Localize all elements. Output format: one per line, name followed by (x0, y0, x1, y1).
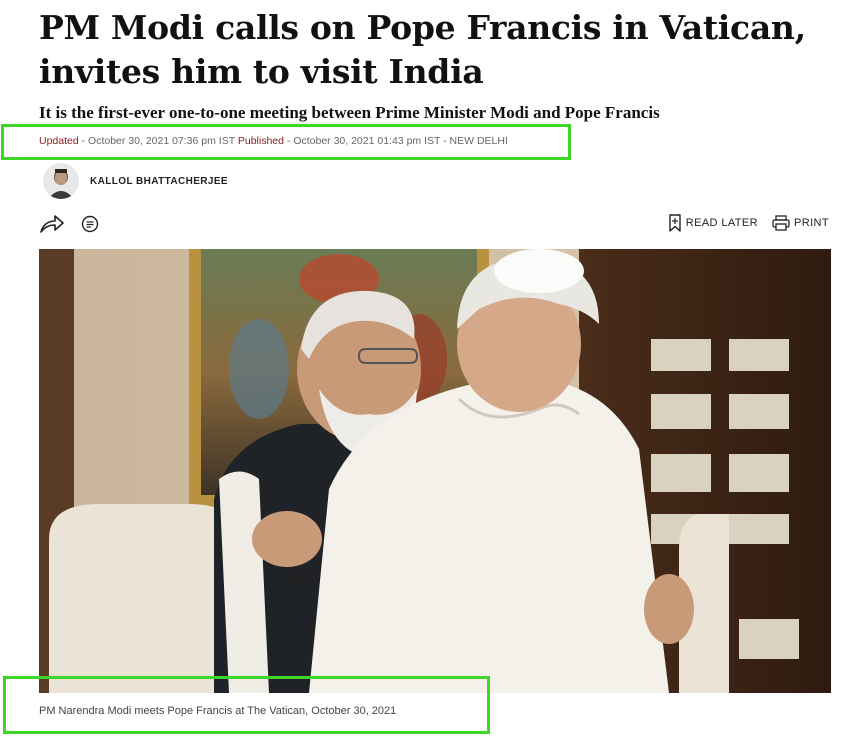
bookmark-icon (669, 214, 681, 232)
caption-highlight-box (3, 676, 490, 734)
share-button[interactable] (39, 213, 67, 235)
print-label[interactable]: PRINT (794, 217, 829, 229)
article-subheadline: It is the first-ever one-to-one meeting … (39, 103, 660, 122)
read-later-button[interactable]: READ LATER (668, 214, 758, 232)
article-headline: PM Modi calls on Pope Francis in Vatican… (39, 6, 819, 94)
print-button[interactable]: PRINT (772, 215, 829, 231)
read-later-label[interactable]: READ LATER (686, 217, 758, 229)
author-name[interactable]: KALLOL BHATTACHERJEE (90, 176, 228, 187)
comment-icon (81, 215, 99, 233)
print-icon (772, 215, 790, 231)
headline-line-1: PM Modi calls on Pope Francis in Vatican… (39, 8, 806, 47)
article-action-tools: READ LATER PRINT (668, 214, 829, 232)
article-share-tools (39, 213, 101, 235)
headline-line-2: invites him to visit India (39, 52, 484, 91)
author-avatar[interactable] (43, 163, 79, 199)
meta-highlight-box (1, 124, 571, 160)
author-byline[interactable]: KALLOL BHATTACHERJEE (43, 163, 228, 199)
article-photo (39, 249, 831, 693)
share-icon (40, 215, 64, 233)
comment-button[interactable] (81, 214, 101, 234)
